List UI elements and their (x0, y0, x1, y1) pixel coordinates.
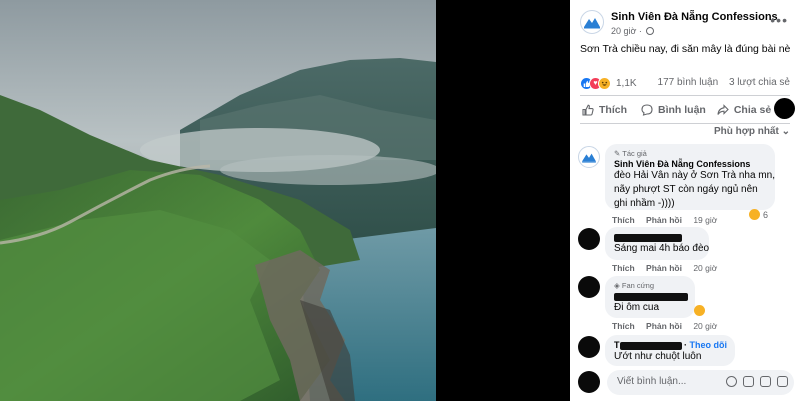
post-caption: Sơn Trà chiều nay, đi săn mây là đúng bà… (580, 43, 791, 55)
divider (580, 95, 790, 96)
comment-like-link[interactable]: Thích (612, 215, 635, 225)
page-name[interactable]: Sinh Viên Đà Nẵng Confessions (611, 11, 778, 23)
comment-text: Đi ôm cua (614, 302, 660, 313)
comment-reply-link[interactable]: Phản hồi (646, 321, 682, 331)
camera-icon[interactable] (743, 376, 754, 387)
current-user-avatar[interactable] (578, 371, 600, 393)
post-header: Sinh Viên Đà Nẵng Confessions 20 giờ · •… (570, 0, 800, 40)
haha-reaction-icon (598, 76, 611, 90)
author-badge: ✎ Tác giả (614, 149, 766, 158)
comment-text: Sáng mai 4h báo đèo (614, 243, 710, 254)
comment-text-line: đèo Hải Vân này ở Sơn Trà nha mn, (614, 170, 775, 181)
page-logo-icon (584, 18, 600, 29)
like-button[interactable]: Thích (582, 104, 627, 116)
haha-reaction-icon (749, 209, 760, 220)
comment-input[interactable]: Viết bình luận... (607, 370, 794, 395)
pencil-icon: ✎ (614, 149, 621, 158)
comment-bubble: ✎ Tác giả Sinh Viên Đà Nẵng Confessions … (605, 144, 775, 210)
reaction-summary[interactable]: ♥ 1,1K (580, 75, 637, 91)
share-button[interactable]: Chia sẻ (717, 104, 771, 116)
sort-label: Phù hợp nhất (713, 126, 779, 137)
comment-icon (641, 104, 653, 116)
redacted-name (619, 341, 682, 350)
comment-count[interactable]: 177 bình luận (658, 77, 719, 88)
post-action-bar: Thích Bình luận Chia sẻ (570, 98, 800, 122)
sticker-icon[interactable] (777, 376, 788, 387)
comment-label: Bình luận (658, 104, 706, 116)
coastal-mountain-photo (0, 0, 436, 401)
post-timestamp[interactable]: 20 giờ · (611, 26, 655, 36)
share-count[interactable]: 3 lượt chia sẻ (729, 77, 790, 88)
comment-composer: Viết bình luận... (578, 370, 794, 395)
comment-reply-link[interactable]: Phản hồi (646, 215, 682, 225)
page-logo-icon (582, 153, 596, 163)
post-detail-panel: Sinh Viên Đà Nẵng Confessions 20 giờ · •… (570, 0, 800, 401)
commenter-avatar[interactable] (578, 336, 600, 358)
comment-time[interactable]: 20 giờ (693, 321, 717, 331)
thumbs-up-icon (582, 104, 594, 116)
comment-meta: Thích Phản hồi 19 giờ (612, 215, 726, 225)
page-avatar[interactable] (580, 10, 604, 34)
composer-tools (720, 376, 788, 387)
diamond-icon: ◈ (614, 281, 620, 290)
comment-sort-dropdown[interactable]: Phù hợp nhất ⌄ (714, 126, 790, 137)
comment-text-line: ghi nhầm -)))) (614, 198, 675, 209)
comment-time[interactable]: 20 giờ (693, 263, 717, 273)
badge-label: Tác giả (622, 149, 647, 158)
commenter-name[interactable] (614, 232, 700, 242)
gif-icon[interactable] (760, 376, 771, 387)
commenter-name[interactable]: Sinh Viên Đà Nẵng Confessions (614, 159, 766, 169)
haha-reaction-icon (694, 305, 705, 316)
profile-avatar[interactable] (774, 98, 795, 119)
badge-label: Fan cứng (621, 281, 654, 290)
redacted-name (614, 292, 688, 301)
share-arrow-icon (717, 104, 729, 115)
reaction-count: 1,1K (616, 77, 637, 89)
divider (580, 123, 790, 124)
follow-link[interactable]: Theo dõi (690, 340, 728, 350)
emoji-icon[interactable] (726, 376, 737, 387)
commenter-avatar[interactable] (578, 146, 600, 168)
share-label: Chia sẻ (733, 104, 772, 116)
comment-time[interactable]: 19 giờ (693, 215, 717, 225)
fan-badge: ◈ Fan cứng (614, 281, 686, 290)
comment-meta: Thích Phản hồi 20 giờ (612, 321, 726, 331)
comment-reaction[interactable]: 6 (749, 209, 768, 220)
commenter-avatar[interactable] (578, 276, 600, 298)
post-time-text[interactable]: 20 giờ (611, 26, 636, 36)
comment-text-line: nãy phượt ST còn ngáy ngủ nên (614, 184, 758, 195)
commenter-name[interactable] (614, 291, 688, 301)
like-label: Thích (599, 104, 627, 116)
comment-like-link[interactable]: Thích (612, 321, 635, 331)
comment-reaction-count: 6 (763, 209, 769, 220)
comment-reply-link[interactable]: Phản hồi (646, 263, 682, 273)
post-photo[interactable] (0, 0, 436, 401)
commenter-name[interactable]: T · Theo dõi (614, 340, 728, 350)
comment-button[interactable]: Bình luận (641, 104, 706, 116)
redacted-name (614, 233, 682, 242)
more-options-icon[interactable]: ••• (770, 12, 788, 28)
comment-bubble: Sáng mai 4h báo đèo (605, 227, 709, 260)
comment-text: Ướt như chuột luôn (614, 351, 702, 362)
comment-bubble: T · Theo dõi Ướt như chuột luôn (605, 335, 735, 366)
comment-reaction[interactable] (694, 305, 708, 316)
comment-placeholder: Viết bình luận... (617, 376, 687, 387)
globe-icon (646, 27, 655, 35)
photo-letterbox (436, 0, 570, 401)
comment-bubble: ◈ Fan cứng Đi ôm cua (605, 276, 695, 318)
comment-meta: Thích Phản hồi 20 giờ (612, 263, 726, 273)
comment-like-link[interactable]: Thích (612, 263, 635, 273)
engagement-stats: 177 bình luận 3 lượt chia sẻ (650, 77, 790, 88)
commenter-name-initial: T (614, 340, 620, 350)
commenter-avatar[interactable] (578, 228, 600, 250)
chevron-down-icon: ⌄ (781, 126, 790, 137)
